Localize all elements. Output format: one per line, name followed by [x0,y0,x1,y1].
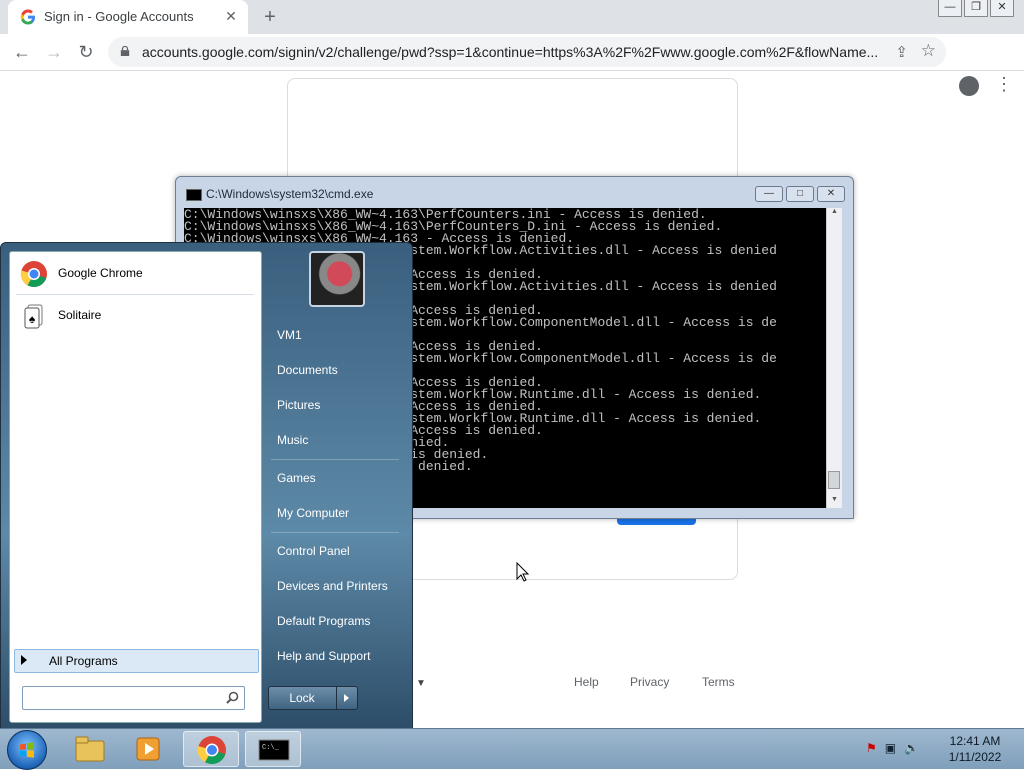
cmd-minimize-button[interactable]: — [755,186,783,202]
chrome-icon [20,261,47,288]
taskbar-clock[interactable]: 12:41 AM 1/11/2022 [944,733,1006,765]
clock-time: 12:41 AM [949,734,1001,748]
start-link-documents[interactable]: Documents [277,363,338,377]
search-icon[interactable] [226,691,239,704]
start-button[interactable] [7,730,47,770]
restore-button[interactable]: ❐ [964,0,988,17]
address-bar[interactable]: accounts.google.com/signin/v2/challenge/… [108,37,946,67]
user-picture[interactable] [309,251,365,307]
clock-date: 1/11/2022 [948,750,1002,764]
tab-title: Sign in - Google Accounts [44,9,194,24]
console-scrollbar[interactable]: ▲ ▼ [826,208,842,508]
tab-sign-in[interactable]: Sign in - Google Accounts ✕ [8,0,248,34]
cmd-maximize-button[interactable]: □ [786,186,814,202]
google-favicon-icon [20,9,35,25]
start-search-field[interactable] [22,686,245,710]
taskbar-explorer[interactable] [62,731,118,767]
chrome-icon [197,736,226,764]
start-link-vm1[interactable]: VM1 [277,328,302,342]
start-link-control-panel[interactable]: Control Panel [277,544,350,558]
explorer-icon [75,736,105,762]
solitaire-icon: ♠ [24,304,43,329]
back-arrow-icon[interactable]: ← [10,40,34,64]
footer-privacy-link[interactable]: Privacy [630,675,669,689]
cmd-titlebar[interactable]: C:\Windows\system32\cmd.exe — □ ✕ [176,177,853,207]
lock-icon [120,46,130,56]
share-icon[interactable]: ⇪ [895,43,908,61]
start-menu-programs-pane: Google Chrome ♠ Solitaire All Programs [9,251,262,723]
divider [16,294,254,295]
bookmark-star-icon[interactable]: ☆ [921,41,936,61]
volume-icon[interactable]: 🔈 [904,741,919,755]
cmd-icon: C:\_ [258,739,290,761]
shutdown-options-arrow-icon[interactable] [336,687,357,709]
system-tray: ⚑ ▣ 🔈 [866,741,919,755]
new-tab-button[interactable]: + [258,5,282,29]
chrome-menu-icon[interactable]: ⋮ [995,74,1013,95]
all-programs-button[interactable]: All Programs [14,649,259,673]
svg-text:♠: ♠ [29,312,36,326]
start-link-music[interactable]: Music [277,433,308,447]
start-link-help-support[interactable]: Help and Support [277,649,370,663]
media-player-icon [136,737,160,761]
language-dropdown-icon[interactable]: ▼ [416,678,426,689]
lock-button[interactable]: Lock [268,686,358,710]
divider [271,532,399,533]
program-solitaire[interactable]: ♠ Solitaire [16,298,254,334]
mouse-cursor-icon [516,562,530,582]
program-google-chrome[interactable]: Google Chrome [16,256,254,292]
start-link-my-computer[interactable]: My Computer [277,506,349,520]
taskbar-chrome[interactable] [183,731,239,767]
profile-avatar-icon[interactable] [959,76,979,96]
tab-strip: Sign in - Google Accounts ✕ + — ❐ ✕ [0,0,1024,34]
window-controls: — ❐ ✕ [938,0,1014,17]
tab-close-icon[interactable]: ✕ [222,7,240,25]
cmd-title: C:\Windows\system32\cmd.exe [206,187,374,201]
lock-label: Lock [289,691,315,705]
cmd-app-icon [186,189,202,201]
triangle-right-icon [21,655,27,665]
start-link-default-programs[interactable]: Default Programs [277,614,370,628]
scroll-down-arrow-icon[interactable]: ▼ [827,496,842,508]
program-label: Google Chrome [58,266,143,280]
footer-help-link[interactable]: Help [574,675,599,689]
url-text[interactable]: accounts.google.com/signin/v2/challenge/… [142,44,878,60]
cmd-window-controls: — □ ✕ [755,186,845,202]
reload-icon[interactable]: ↻ [74,40,98,64]
forward-arrow-icon[interactable]: → [42,40,66,64]
start-link-games[interactable]: Games [277,471,316,485]
cmd-close-button[interactable]: ✕ [817,186,845,202]
taskbar-media-player[interactable] [121,731,177,767]
minimize-button[interactable]: — [938,0,962,17]
all-programs-label: All Programs [49,654,118,668]
start-link-pictures[interactable]: Pictures [277,398,320,412]
close-window-button[interactable]: ✕ [990,0,1014,17]
taskbar: C:\_ ⚑ ▣ 🔈 12:41 AM 1/11/2022 [0,728,1024,770]
start-menu: Google Chrome ♠ Solitaire All Programs V… [0,242,413,730]
browser-toolbar: ← → ↻ accounts.google.com/signin/v2/chal… [0,34,1024,96]
taskbar-cmd[interactable]: C:\_ [245,731,301,767]
svg-text:C:\_: C:\_ [262,744,280,752]
network-icon[interactable]: ▣ [885,741,896,755]
scroll-up-arrow-icon[interactable]: ▲ [827,208,842,220]
windows-logo-icon [20,742,34,758]
footer-terms-link[interactable]: Terms [702,675,735,689]
program-label: Solitaire [58,308,102,322]
start-search-input[interactable] [27,689,221,707]
start-link-devices-printers[interactable]: Devices and Printers [277,579,388,593]
divider [271,459,399,460]
scroll-thumb[interactable] [828,471,840,489]
action-center-flag-icon[interactable]: ⚑ [866,741,877,755]
